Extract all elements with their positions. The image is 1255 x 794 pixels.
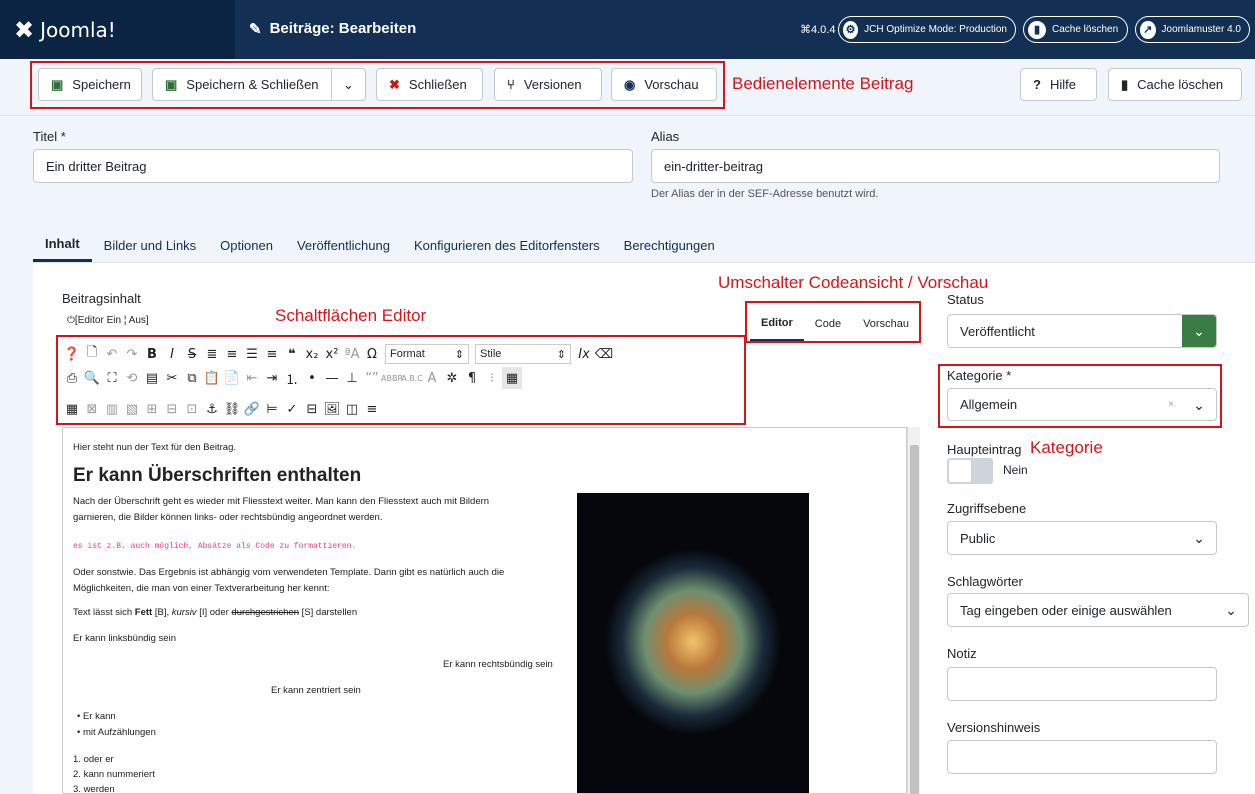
content-paragraph: garnieren, die Bilder können links- oder… xyxy=(73,512,383,523)
tab-bilder-und-links[interactable]: Bilder und Links xyxy=(92,228,209,262)
alias-hint: Der Alias der in der SEF-Adresse benutzt… xyxy=(651,188,879,200)
content-formatting-line: Text lässt sich Fett [B], kursiv [I] ode… xyxy=(73,605,357,620)
annotation-editor-switch: Umschalter Codeansicht / Vorschau xyxy=(718,273,989,292)
site-link-button[interactable]: ↗ Joomlamuster 4.0 xyxy=(1135,16,1250,43)
alias-input[interactable]: ein-dritter-beitrag xyxy=(651,149,1220,183)
status-label: Status xyxy=(947,292,984,307)
version-label: ⌘4.0.4 xyxy=(800,24,836,36)
list-item-text: mit Aufzählungen xyxy=(82,727,156,738)
status-value: Veröffentlicht xyxy=(960,323,1035,339)
joomla-logo[interactable]: ✖ Joomla! xyxy=(0,0,235,59)
content-right-aligned: Er kann rechtsbündig sein xyxy=(443,659,553,670)
text: [I] oder xyxy=(196,607,232,618)
alias-label: Alias xyxy=(651,129,680,144)
title-input[interactable]: Ein dritter Beitrag xyxy=(33,149,633,183)
header-cache-label: Cache löschen xyxy=(1052,24,1119,35)
tab-bar: Inhalt Bilder und Links Optionen Veröffe… xyxy=(33,228,1255,262)
text: Text lässt sich xyxy=(73,607,135,618)
page-title: ✎ Beiträge: Bearbeiten xyxy=(249,20,416,38)
joomla-logo-text: Joomla! xyxy=(40,17,116,42)
list-item-text: werden xyxy=(83,784,115,794)
tab-inhalt[interactable]: Inhalt xyxy=(33,228,92,262)
content-centered: Er kann zentriert sein xyxy=(271,685,361,696)
jch-optimize-label: JCH Optimize Mode: Production xyxy=(864,24,1007,35)
editor-content[interactable]: Hier steht nun der Text für den Beitrag.… xyxy=(62,427,907,794)
featured-value: Nein xyxy=(1003,463,1028,477)
annotation-editor-buttons: Schaltflächen Editor xyxy=(275,306,427,325)
list-item: • Er kann xyxy=(77,711,116,722)
featured-label: Haupteintrag xyxy=(947,442,1022,457)
nebula-image[interactable] xyxy=(577,493,809,793)
editor-toggle[interactable]: ⏻[Editor Ein ¦ Aus] xyxy=(67,315,149,326)
version-note-input[interactable] xyxy=(947,740,1217,774)
list-item-text: Er kann xyxy=(82,711,116,722)
question-icon: ? xyxy=(1033,77,1041,92)
content-paragraph: Hier steht nun der Text für den Beitrag. xyxy=(73,442,236,453)
title-label: Titel * xyxy=(33,129,66,144)
top-bar: ✖ Joomla! ✎ Beiträge: Bearbeiten ⌘4.0.4 … xyxy=(0,0,1255,59)
list-item: 2. kann nummeriert xyxy=(73,769,155,780)
jch-optimize-button[interactable]: ⚙ JCH Optimize Mode: Production xyxy=(838,16,1016,43)
list-item: • mit Aufzählungen xyxy=(77,727,156,738)
strike-text: durchgestrichen xyxy=(231,607,300,618)
pencil-icon: ✎ xyxy=(249,21,262,38)
version-note-label: Versionshinweis xyxy=(947,720,1041,735)
tab-editor-konfiguration[interactable]: Konfigurieren des Editorfensters xyxy=(402,228,612,262)
text: [B], xyxy=(152,607,172,618)
content-label: Beitragsinhalt xyxy=(62,291,141,306)
content-left-aligned: Er kann linksbündig sein xyxy=(73,633,176,644)
tags-label: Schlagwörter xyxy=(947,574,1023,589)
annotation-box-switch xyxy=(745,301,921,343)
help-button[interactable]: ? Hilfe xyxy=(1020,68,1097,101)
bold-text: Fett xyxy=(134,607,153,618)
access-value: Public xyxy=(960,530,996,546)
content-paragraph: Oder sonstwie. Das Ergebnis ist abhängig… xyxy=(73,567,505,578)
chevron-down-icon: ⌄ xyxy=(1182,315,1216,347)
editor-scrollbar[interactable] xyxy=(907,427,920,794)
note-label: Notiz xyxy=(947,646,977,661)
trash-icon: ▮ xyxy=(1028,20,1046,39)
annotation-box-editor-buttons xyxy=(56,335,746,425)
trash-icon: ▮ xyxy=(1121,76,1129,92)
cache-label: Cache löschen xyxy=(1137,77,1224,92)
italic-text: kursiv xyxy=(171,607,197,618)
content-paragraph: Möglichkeiten, die man von einer Textver… xyxy=(73,583,330,594)
featured-toggle[interactable] xyxy=(947,458,993,484)
tab-optionen[interactable]: Optionen xyxy=(208,228,285,262)
help-label: Hilfe xyxy=(1049,77,1076,92)
annotation-toolbar: Bedienelemente Beitrag xyxy=(732,74,914,93)
annotation-box-toolbar xyxy=(30,61,725,109)
tab-veroeffentlichung[interactable]: Veröffentlichung xyxy=(285,228,402,262)
tab-berechtigungen[interactable]: Berechtigungen xyxy=(612,228,727,262)
content-heading: Er kann Überschriften enthalten xyxy=(73,465,362,486)
access-label: Zugriffsebene xyxy=(947,501,1027,516)
chevron-down-icon: ⌄ xyxy=(1193,529,1205,546)
toggle-knob xyxy=(949,460,971,482)
site-link-label: Joomlamuster 4.0 xyxy=(1161,24,1241,35)
gear-icon: ⚙ xyxy=(843,20,859,39)
list-item: 1. oder er xyxy=(73,754,114,765)
list-item-text: kann nummeriert xyxy=(83,769,155,780)
status-select[interactable]: Veröffentlicht ⌄ xyxy=(947,314,1217,348)
cache-button[interactable]: ▮ Cache löschen xyxy=(1108,68,1242,101)
annotation-box-category xyxy=(938,364,1222,428)
tags-input[interactable]: Tag eingeben oder einige auswählen ⌄ xyxy=(947,593,1249,627)
note-input[interactable] xyxy=(947,667,1217,701)
scrollbar-thumb[interactable] xyxy=(910,445,919,794)
page-title-text: Beiträge: Bearbeiten xyxy=(269,20,417,37)
header-cache-button[interactable]: ▮ Cache löschen xyxy=(1023,16,1128,43)
chevron-down-icon: ⌄ xyxy=(1225,601,1237,618)
tags-placeholder: Tag eingeben oder einige auswählen xyxy=(960,602,1172,618)
list-item-text: oder er xyxy=(83,754,114,765)
annotation-category: Kategorie xyxy=(1030,438,1103,457)
text: [S] darstellen xyxy=(299,607,358,618)
access-select[interactable]: Public ⌄ xyxy=(947,521,1217,555)
content-code: es ist z.B. auch möglich, Absätze als Co… xyxy=(73,542,357,551)
content-paragraph: Nach der Überschrift geht es wieder mit … xyxy=(73,496,490,507)
external-link-icon: ↗ xyxy=(1140,20,1156,39)
joomla-logo-icon: ✖ xyxy=(14,15,35,44)
list-item: 3. werden xyxy=(73,784,115,794)
